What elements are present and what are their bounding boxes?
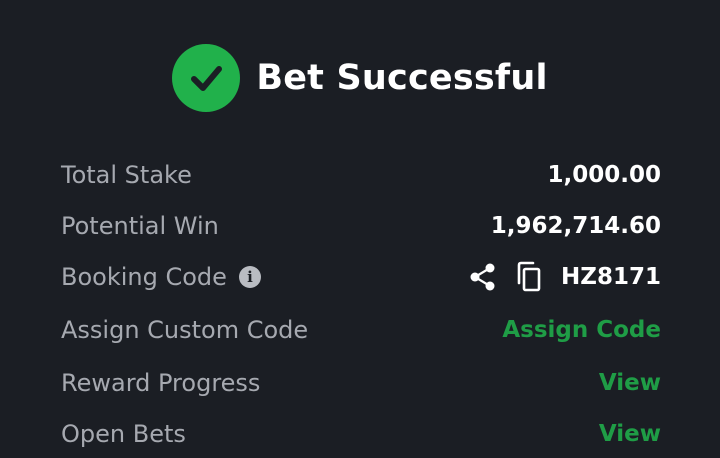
booking-code-row: Booking Code i HZ8171 [61, 257, 661, 297]
success-header: Bet Successful [0, 40, 720, 116]
assign-custom-code-row: Assign Custom Code Assign Code [61, 310, 661, 350]
share-icon[interactable] [469, 262, 497, 292]
copy-icon[interactable] [515, 261, 543, 293]
booking-code-label: Booking Code [61, 263, 227, 291]
check-circle-icon [172, 44, 241, 112]
total-stake-value: 1,000.00 [547, 162, 662, 188]
total-stake-label: Total Stake [61, 161, 192, 189]
potential-win-row: Potential Win 1,962,714.60 [61, 206, 661, 246]
booking-code-label-group: Booking Code i [61, 263, 261, 291]
booking-code-value-group: HZ8171 [469, 261, 661, 293]
open-bets-row: Open Bets View [61, 414, 661, 454]
page-title: Bet Successful [256, 58, 548, 98]
reward-progress-label: Reward Progress [61, 369, 261, 397]
reward-progress-view-link[interactable]: View [599, 370, 661, 396]
reward-progress-row: Reward Progress View [61, 363, 661, 403]
open-bets-label: Open Bets [61, 420, 186, 448]
potential-win-label: Potential Win [61, 212, 219, 240]
assign-code-button[interactable]: Assign Code [502, 317, 661, 343]
open-bets-view-link[interactable]: View [599, 421, 661, 447]
total-stake-row: Total Stake 1,000.00 [61, 155, 661, 195]
booking-code-value: HZ8171 [561, 264, 661, 290]
potential-win-value: 1,962,714.60 [490, 213, 661, 239]
info-icon[interactable]: i [238, 266, 261, 288]
assign-custom-code-label: Assign Custom Code [61, 316, 309, 344]
